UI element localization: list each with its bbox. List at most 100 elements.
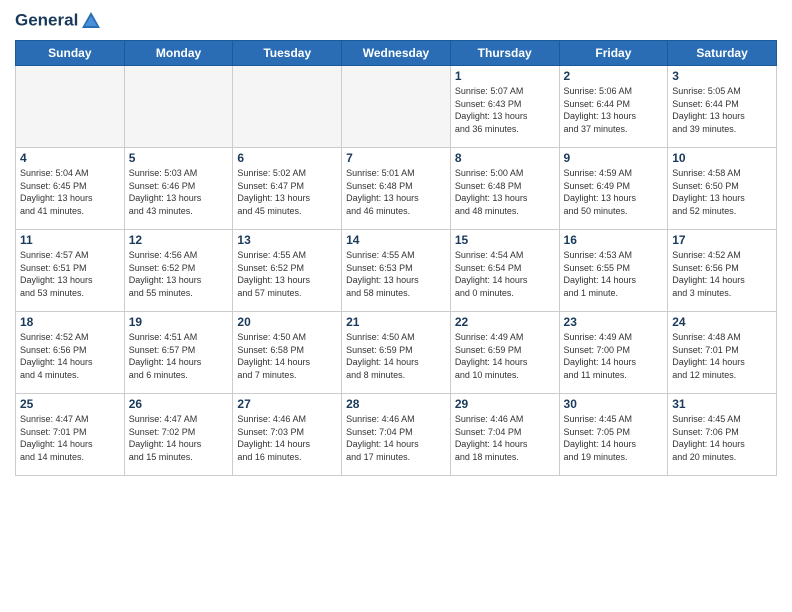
day-info: Sunrise: 4:53 AMSunset: 6:55 PMDaylight:…: [564, 249, 664, 299]
day-number: 8: [455, 151, 555, 165]
day-info: Sunrise: 4:52 AMSunset: 6:56 PMDaylight:…: [672, 249, 772, 299]
day-info: Sunrise: 5:00 AMSunset: 6:48 PMDaylight:…: [455, 167, 555, 217]
day-header-monday: Monday: [124, 41, 233, 66]
day-number: 2: [564, 69, 664, 83]
day-header-sunday: Sunday: [16, 41, 125, 66]
day-number: 5: [129, 151, 229, 165]
calendar-cell: 21 Sunrise: 4:50 AMSunset: 6:59 PMDayligh…: [342, 312, 451, 394]
calendar-cell: 23 Sunrise: 4:49 AMSunset: 7:00 PMDayligh…: [559, 312, 668, 394]
day-info: Sunrise: 5:04 AMSunset: 6:45 PMDaylight:…: [20, 167, 120, 217]
day-info: Sunrise: 4:51 AMSunset: 6:57 PMDaylight:…: [129, 331, 229, 381]
calendar-cell: 18 Sunrise: 4:52 AMSunset: 6:56 PMDayligh…: [16, 312, 125, 394]
day-info: Sunrise: 4:57 AMSunset: 6:51 PMDaylight:…: [20, 249, 120, 299]
day-number: 11: [20, 233, 120, 247]
calendar-cell: 26 Sunrise: 4:47 AMSunset: 7:02 PMDayligh…: [124, 394, 233, 476]
day-info: Sunrise: 4:50 AMSunset: 6:59 PMDaylight:…: [346, 331, 446, 381]
day-info: Sunrise: 4:50 AMSunset: 6:58 PMDaylight:…: [237, 331, 337, 381]
day-info: Sunrise: 4:54 AMSunset: 6:54 PMDaylight:…: [455, 249, 555, 299]
day-info: Sunrise: 4:58 AMSunset: 6:50 PMDaylight:…: [672, 167, 772, 217]
calendar-cell: [124, 66, 233, 148]
calendar-cell: 2 Sunrise: 5:06 AMSunset: 6:44 PMDaylight…: [559, 66, 668, 148]
day-header-thursday: Thursday: [450, 41, 559, 66]
day-info: Sunrise: 4:55 AMSunset: 6:53 PMDaylight:…: [346, 249, 446, 299]
calendar-cell: 11 Sunrise: 4:57 AMSunset: 6:51 PMDayligh…: [16, 230, 125, 312]
day-number: 24: [672, 315, 772, 329]
calendar-cell: [342, 66, 451, 148]
day-number: 23: [564, 315, 664, 329]
day-info: Sunrise: 4:45 AMSunset: 7:05 PMDaylight:…: [564, 413, 664, 463]
day-info: Sunrise: 4:49 AMSunset: 7:00 PMDaylight:…: [564, 331, 664, 381]
day-number: 22: [455, 315, 555, 329]
calendar-cell: 16 Sunrise: 4:53 AMSunset: 6:55 PMDayligh…: [559, 230, 668, 312]
day-info: Sunrise: 5:07 AMSunset: 6:43 PMDaylight:…: [455, 85, 555, 135]
day-info: Sunrise: 4:47 AMSunset: 7:02 PMDaylight:…: [129, 413, 229, 463]
calendar-week-3: 11 Sunrise: 4:57 AMSunset: 6:51 PMDayligh…: [16, 230, 777, 312]
calendar-cell: 8 Sunrise: 5:00 AMSunset: 6:48 PMDaylight…: [450, 148, 559, 230]
day-header-saturday: Saturday: [668, 41, 777, 66]
day-number: 30: [564, 397, 664, 411]
day-info: Sunrise: 5:05 AMSunset: 6:44 PMDaylight:…: [672, 85, 772, 135]
day-number: 25: [20, 397, 120, 411]
day-number: 1: [455, 69, 555, 83]
calendar-cell: 31Sunrise: 4:45 AMSunset: 7:06 PMDayligh…: [668, 394, 777, 476]
day-info: Sunrise: 4:56 AMSunset: 6:52 PMDaylight:…: [129, 249, 229, 299]
day-info: Sunrise: 5:03 AMSunset: 6:46 PMDaylight:…: [129, 167, 229, 217]
calendar-cell: 30 Sunrise: 4:45 AMSunset: 7:05 PMDayligh…: [559, 394, 668, 476]
day-info: Sunrise: 4:46 AMSunset: 7:04 PMDaylight:…: [455, 413, 555, 463]
calendar-cell: [16, 66, 125, 148]
day-info: Sunrise: 5:02 AMSunset: 6:47 PMDaylight:…: [237, 167, 337, 217]
day-info: Sunrise: 4:52 AMSunset: 6:56 PMDaylight:…: [20, 331, 120, 381]
day-info: Sunrise: 4:46 AMSunset: 7:04 PMDaylight:…: [346, 413, 446, 463]
day-info: Sunrise: 5:01 AMSunset: 6:48 PMDaylight:…: [346, 167, 446, 217]
day-number: 26: [129, 397, 229, 411]
calendar-header-row: SundayMondayTuesdayWednesdayThursdayFrid…: [16, 41, 777, 66]
calendar-cell: 17 Sunrise: 4:52 AMSunset: 6:56 PMDayligh…: [668, 230, 777, 312]
day-number: 28: [346, 397, 446, 411]
calendar-week-5: 25 Sunrise: 4:47 AMSunset: 7:01 PMDayligh…: [16, 394, 777, 476]
day-info: Sunrise: 4:47 AMSunset: 7:01 PMDaylight:…: [20, 413, 120, 463]
day-number: 20: [237, 315, 337, 329]
calendar-cell: [233, 66, 342, 148]
day-info: Sunrise: 5:06 AMSunset: 6:44 PMDaylight:…: [564, 85, 664, 135]
day-number: 14: [346, 233, 446, 247]
calendar-cell: 29 Sunrise: 4:46 AMSunset: 7:04 PMDayligh…: [450, 394, 559, 476]
day-info: Sunrise: 4:49 AMSunset: 6:59 PMDaylight:…: [455, 331, 555, 381]
day-number: 18: [20, 315, 120, 329]
calendar-cell: 14 Sunrise: 4:55 AMSunset: 6:53 PMDayligh…: [342, 230, 451, 312]
calendar-cell: 10 Sunrise: 4:58 AMSunset: 6:50 PMDayligh…: [668, 148, 777, 230]
day-number: 10: [672, 151, 772, 165]
calendar-cell: 3 Sunrise: 5:05 AMSunset: 6:44 PMDaylight…: [668, 66, 777, 148]
day-number: 21: [346, 315, 446, 329]
day-number: 13: [237, 233, 337, 247]
day-info: Sunrise: 4:45 AMSunset: 7:06 PMDaylight:…: [672, 413, 772, 463]
calendar-cell: 5 Sunrise: 5:03 AMSunset: 6:46 PMDaylight…: [124, 148, 233, 230]
day-number: 15: [455, 233, 555, 247]
day-number: 16: [564, 233, 664, 247]
day-number: 3: [672, 69, 772, 83]
calendar-cell: 6Sunrise: 5:02 AMSunset: 6:47 PMDaylight…: [233, 148, 342, 230]
calendar-week-4: 18 Sunrise: 4:52 AMSunset: 6:56 PMDayligh…: [16, 312, 777, 394]
calendar-cell: 7Sunrise: 5:01 AMSunset: 6:48 PMDaylight…: [342, 148, 451, 230]
calendar-cell: 9Sunrise: 4:59 AMSunset: 6:49 PMDaylight…: [559, 148, 668, 230]
day-header-tuesday: Tuesday: [233, 41, 342, 66]
calendar-cell: 15 Sunrise: 4:54 AMSunset: 6:54 PMDayligh…: [450, 230, 559, 312]
day-header-friday: Friday: [559, 41, 668, 66]
day-number: 17: [672, 233, 772, 247]
calendar-cell: 28 Sunrise: 4:46 AMSunset: 7:04 PMDayligh…: [342, 394, 451, 476]
calendar-cell: 19 Sunrise: 4:51 AMSunset: 6:57 PMDayligh…: [124, 312, 233, 394]
day-number: 12: [129, 233, 229, 247]
day-info: Sunrise: 4:46 AMSunset: 7:03 PMDaylight:…: [237, 413, 337, 463]
page-container: General SundayMondayTuesdayWednesdayThur…: [0, 0, 792, 612]
day-number: 4: [20, 151, 120, 165]
day-number: 27: [237, 397, 337, 411]
calendar-cell: 1 Sunrise: 5:07 AMSunset: 6:43 PMDaylight…: [450, 66, 559, 148]
day-number: 9: [564, 151, 664, 165]
day-number: 19: [129, 315, 229, 329]
day-info: Sunrise: 4:48 AMSunset: 7:01 PMDaylight:…: [672, 331, 772, 381]
day-number: 29: [455, 397, 555, 411]
header: General: [15, 10, 777, 32]
calendar-cell: 4 Sunrise: 5:04 AMSunset: 6:45 PMDaylight…: [16, 148, 125, 230]
calendar-cell: 20 Sunrise: 4:50 AMSunset: 6:58 PMDayligh…: [233, 312, 342, 394]
calendar-week-1: 1 Sunrise: 5:07 AMSunset: 6:43 PMDaylight…: [16, 66, 777, 148]
day-info: Sunrise: 4:55 AMSunset: 6:52 PMDaylight:…: [237, 249, 337, 299]
